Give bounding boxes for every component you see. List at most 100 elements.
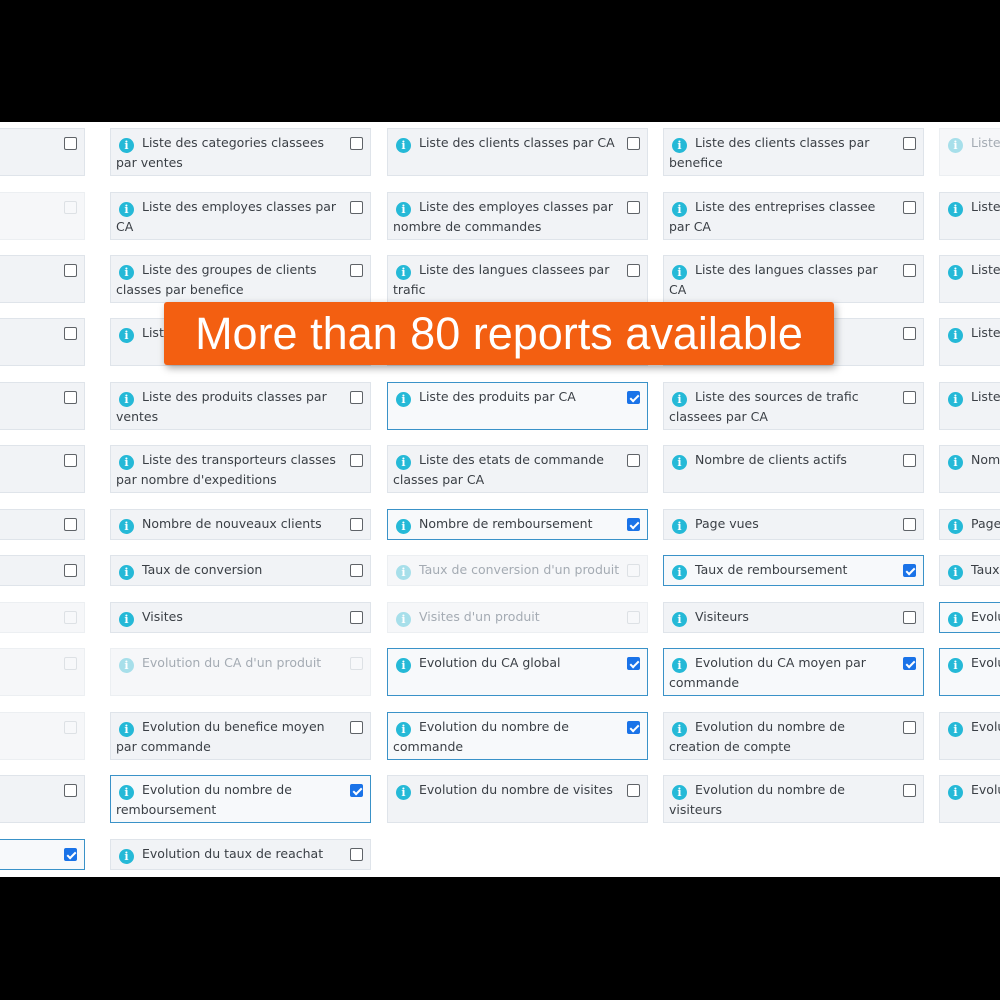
report-option[interactable]: sees par: [0, 128, 85, 176]
report-option[interactable]: i Liste des etats de commande classes par…: [387, 445, 648, 493]
report-option[interactable]: iListe … benefice: [939, 192, 1000, 240]
report-checkbox[interactable]: [64, 264, 77, 277]
report-checkbox[interactable]: [903, 721, 916, 734]
report-option[interactable]: i Evolution du nombre de visites: [387, 775, 648, 823]
report-checkbox[interactable]: [627, 518, 640, 531]
report-option[interactable]: i Evolution du CA global: [387, 648, 648, 696]
report-checkbox[interactable]: [350, 784, 363, 797]
report-option[interactable]: i Taux de conversion d'un produit: [387, 555, 648, 586]
report-option[interactable]: compte: [0, 509, 85, 540]
report-checkbox[interactable]: [903, 264, 916, 277]
report-option[interactable]: classes par: [0, 445, 85, 493]
report-option[interactable]: i Liste des employes classes par nombre d…: [387, 192, 648, 240]
report-option[interactable]: iListe … par benef…: [939, 382, 1000, 430]
report-option[interactable]: i Liste des produits par CA: [387, 382, 648, 430]
report-checkbox[interactable]: [627, 721, 640, 734]
report-checkbox[interactable]: [350, 201, 363, 214]
report-checkbox[interactable]: [627, 454, 640, 467]
report-checkbox[interactable]: [903, 391, 916, 404]
report-checkbox[interactable]: [64, 391, 77, 404]
report-checkbox[interactable]: [350, 518, 363, 531]
report-option[interactable]: iEvolu…: [939, 602, 1000, 633]
report-checkbox[interactable]: [627, 784, 640, 797]
report-option[interactable]: i Nombre de nouveaux clients: [110, 509, 371, 540]
report-option[interactable]: iListe … donne cla…: [939, 128, 1000, 176]
report-option[interactable]: i Liste des sources de trafic classees pa…: [663, 382, 924, 430]
report-option[interactable]: i Taux de remboursement: [663, 555, 924, 586]
report-checkbox[interactable]: [627, 137, 640, 150]
report-checkbox[interactable]: [627, 657, 640, 670]
report-option[interactable]: i Evolution du CA moyen par commande: [663, 648, 924, 696]
report-checkbox[interactable]: [64, 784, 77, 797]
report-option[interactable]: i Liste des transporteurs classes par nom…: [110, 445, 371, 493]
report-option[interactable]: i Liste des employes classes par CA: [110, 192, 371, 240]
report-option[interactable]: mboursement: [0, 839, 85, 870]
report-checkbox[interactable]: [903, 657, 916, 670]
report-checkbox[interactable]: [350, 564, 363, 577]
report-option[interactable]: iPages…: [939, 509, 1000, 540]
report-option[interactable]: iEvolu…: [939, 775, 1000, 823]
report-option[interactable]: pages vues: [0, 775, 85, 823]
report-checkbox[interactable]: [64, 564, 77, 577]
report-checkbox[interactable]: [903, 784, 916, 797]
report-option[interactable]: i Liste des entreprises classee par CA: [663, 192, 924, 240]
report-checkbox[interactable]: [64, 848, 77, 861]
report-checkbox[interactable]: [350, 391, 363, 404]
report-option[interactable]: ees par: [0, 318, 85, 366]
report-option[interactable]: i Liste: [939, 318, 1000, 366]
report-option[interactable]: i Evolution du benefice moyen par command…: [110, 712, 371, 760]
report-option[interactable]: s par taux de: [0, 382, 85, 430]
report-option[interactable]: i Visites d'un produit: [387, 602, 648, 633]
report-option[interactable]: [0, 602, 85, 633]
report-checkbox[interactable]: [350, 137, 363, 150]
report-option[interactable]: i Liste des categories classees par vente…: [110, 128, 371, 176]
report-option[interactable]: i Liste des clients classes par CA: [387, 128, 648, 176]
report-checkbox[interactable]: [903, 137, 916, 150]
report-checkbox[interactable]: [903, 611, 916, 624]
report-checkbox[interactable]: [64, 454, 77, 467]
report-option[interactable]: i Liste des langues classes par CA: [663, 255, 924, 303]
report-checkbox[interactable]: [903, 564, 916, 577]
report-checkbox[interactable]: [350, 848, 363, 861]
report-option[interactable]: i Liste des clients classes par benefice: [663, 128, 924, 176]
report-checkbox[interactable]: [903, 518, 916, 531]
report-option[interactable]: i Evolution du nombre de creation de comp…: [663, 712, 924, 760]
report-checkbox[interactable]: [350, 454, 363, 467]
report-checkbox[interactable]: [350, 721, 363, 734]
report-option[interactable]: n produit: [0, 648, 85, 696]
report-option[interactable]: i Nombre de remboursement: [387, 509, 648, 540]
report-checkbox[interactable]: [627, 264, 640, 277]
report-option[interactable]: ents classes: [0, 255, 85, 303]
report-option[interactable]: i Taux de conversion: [110, 555, 371, 586]
report-option[interactable]: un produit: [0, 712, 85, 760]
report-option[interactable]: i Page vues: [663, 509, 924, 540]
report-checkbox[interactable]: [903, 454, 916, 467]
report-option[interactable]: iTaux…: [939, 555, 1000, 586]
report-option[interactable]: i Liste des produits classes par ventes: [110, 382, 371, 430]
report-option[interactable]: i Evolution du nombre de commande: [387, 712, 648, 760]
report-option[interactable]: i Evolution du nombre de visiteurs: [663, 775, 924, 823]
report-checkbox[interactable]: [350, 264, 363, 277]
report-option[interactable]: i Nombre de clients actifs: [663, 445, 924, 493]
report-checkbox[interactable]: [64, 137, 77, 150]
report-checkbox[interactable]: [903, 201, 916, 214]
report-checkbox[interactable]: [903, 327, 916, 340]
report-option[interactable]: i Evolution du nombre de remboursement: [110, 775, 371, 823]
report-option[interactable]: i Liste: [939, 255, 1000, 303]
report-checkbox[interactable]: [350, 611, 363, 624]
report-option[interactable]: iEvolu…: [939, 648, 1000, 696]
report-option[interactable]: i Evolution du taux de reachat: [110, 839, 371, 870]
report-option[interactable]: i Evolution du CA d'un produit: [110, 648, 371, 696]
report-checkbox[interactable]: [627, 391, 640, 404]
report-option[interactable]: iNomb…: [939, 445, 1000, 493]
report-option[interactable]: iEvolu… clients: [939, 712, 1000, 760]
report-option[interactable]: i Liste des groupes de clients classes pa…: [110, 255, 371, 303]
report-checkbox[interactable]: [64, 518, 77, 531]
report-option[interactable]: i Visiteurs: [663, 602, 924, 633]
report-option[interactable]: i Liste des langues classees par trafic: [387, 255, 648, 303]
report-checkbox[interactable]: [627, 201, 640, 214]
report-option[interactable]: un produits: [0, 192, 85, 240]
report-option[interactable]: i Visites: [110, 602, 371, 633]
report-option[interactable]: [0, 555, 85, 586]
report-checkbox[interactable]: [64, 327, 77, 340]
